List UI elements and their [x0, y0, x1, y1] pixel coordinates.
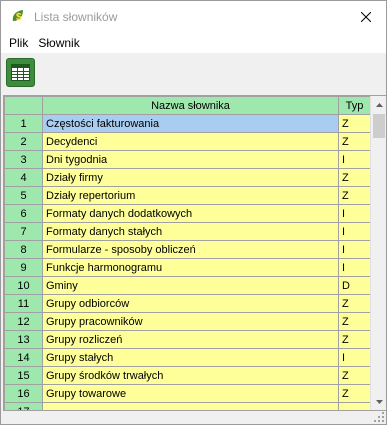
dictionary-name-cell[interactable]: Gminy [42, 276, 339, 295]
table-row[interactable]: 2 Decydenci Z [4, 132, 371, 151]
title-bar[interactable]: $ Lista słowników [1, 1, 386, 32]
window-title: Lista słowników [34, 10, 118, 24]
dictionary-table: Nazwa słownika Typ 1 Częstości fakturowan… [4, 96, 371, 410]
dictionary-type-cell[interactable]: I [338, 150, 371, 169]
dictionary-type-cell[interactable]: Z [338, 384, 371, 403]
table-row[interactable]: 11 Grupy odbiorców Z [4, 294, 371, 313]
row-number-cell[interactable]: 4 [4, 168, 43, 187]
header-row: Nazwa słownika Typ [4, 96, 371, 115]
close-button[interactable] [346, 1, 386, 32]
dictionary-type-cell[interactable]: Z [338, 312, 371, 331]
row-number-cell[interactable]: 10 [4, 276, 43, 295]
table-row[interactable]: 6 Formaty danych dodatkowych I [4, 204, 371, 223]
dictionary-type-cell[interactable]: I [338, 258, 371, 277]
table-view-button[interactable] [6, 58, 35, 87]
dictionary-name-cell[interactable]: Formaty danych dodatkowych [42, 204, 339, 223]
dictionary-name-cell[interactable]: Działy repertorium [42, 186, 339, 205]
dictionary-type-cell[interactable]: I [338, 348, 371, 367]
row-number-cell[interactable]: 15 [4, 366, 43, 385]
table-row[interactable]: 16 Grupy towarowe Z [4, 384, 371, 403]
table-row[interactable]: 1 Częstości fakturowania Z [4, 114, 371, 133]
table-row[interactable]: 17 [4, 402, 371, 410]
row-number-cell[interactable]: 13 [4, 330, 43, 349]
row-number-cell[interactable]: 3 [4, 150, 43, 169]
scroll-down-button[interactable] [371, 393, 386, 410]
table-row[interactable]: 4 Działy firmy Z [4, 168, 371, 187]
scroll-down-arrow-icon [375, 399, 383, 404]
dictionary-name-cell[interactable]: Funkcje harmonogramu [42, 258, 339, 277]
dictionary-name-cell[interactable]: Grupy środków trwałych [42, 366, 339, 385]
dictionary-grid[interactable]: Nazwa słownika Typ 1 Częstości fakturowan… [3, 95, 386, 411]
row-number-cell[interactable]: 11 [4, 294, 43, 313]
row-number-cell[interactable]: 17 [4, 402, 43, 410]
column-header-number[interactable] [4, 96, 43, 115]
table-row[interactable]: 9 Funkcje harmonogramu I [4, 258, 371, 277]
dictionary-name-cell[interactable] [42, 402, 339, 410]
row-number-cell[interactable]: 2 [4, 132, 43, 151]
row-number-cell[interactable]: 14 [4, 348, 43, 367]
dictionary-name-cell[interactable]: Dni tygodnia [42, 150, 339, 169]
table-row[interactable]: 10 Gminy D [4, 276, 371, 295]
table-grid-icon [11, 64, 30, 81]
dollar-leaf-icon: $ [12, 10, 23, 23]
vertical-scrollbar[interactable] [370, 96, 386, 410]
close-icon [361, 11, 371, 22]
dictionary-type-cell[interactable]: Z [338, 366, 371, 385]
menu-file[interactable]: Plik [5, 36, 32, 50]
dictionary-type-cell[interactable]: Z [338, 114, 371, 133]
dictionary-name-cell[interactable]: Grupy rozliczeń [42, 330, 339, 349]
toolbar [1, 53, 386, 93]
dictionary-type-cell[interactable]: Z [338, 294, 371, 313]
dictionary-type-cell[interactable]: I [338, 240, 371, 259]
table-row[interactable]: 8 Formularze - sposoby obliczeń I [4, 240, 371, 259]
dictionary-type-cell[interactable]: I [338, 204, 371, 223]
table-row[interactable]: 15 Grupy środków trwałych Z [4, 366, 371, 385]
menu-bar: Plik Słownik [1, 32, 386, 53]
dictionary-name-cell[interactable]: Grupy stałych [42, 348, 339, 367]
dictionary-type-cell[interactable] [338, 402, 371, 410]
column-header-name[interactable]: Nazwa słownika [42, 96, 339, 115]
scroll-up-arrow-icon [375, 102, 383, 107]
dictionary-name-cell[interactable]: Grupy towarowe [42, 384, 339, 403]
dictionary-name-cell[interactable]: Formaty danych stałych [42, 222, 339, 241]
row-number-cell[interactable]: 9 [4, 258, 43, 277]
dictionary-name-cell[interactable]: Decydenci [42, 132, 339, 151]
svg-text:$: $ [16, 12, 22, 23]
table-row[interactable]: 7 Formaty danych stałych I [4, 222, 371, 241]
dictionary-name-cell[interactable]: Formularze - sposoby obliczeń [42, 240, 339, 259]
dictionary-type-cell[interactable]: Z [338, 168, 371, 187]
table-row[interactable]: 12 Grupy pracowników Z [4, 312, 371, 331]
dictionary-name-cell[interactable]: Grupy pracowników [42, 312, 339, 331]
dictionary-type-cell[interactable]: Z [338, 186, 371, 205]
table-row[interactable]: 14 Grupy stałych I [4, 348, 371, 367]
dictionary-type-cell[interactable]: Z [338, 330, 371, 349]
row-number-cell[interactable]: 5 [4, 186, 43, 205]
resize-grip-icon[interactable] [373, 411, 385, 423]
row-number-cell[interactable]: 7 [4, 222, 43, 241]
scroll-up-button[interactable] [371, 96, 386, 113]
column-header-type[interactable]: Typ [338, 96, 371, 115]
row-number-cell[interactable]: 1 [4, 114, 43, 133]
dictionary-type-cell[interactable]: Z [338, 132, 371, 151]
dictionary-name-cell[interactable]: Częstości fakturowania [42, 114, 339, 133]
dictionary-name-cell[interactable]: Działy firmy [42, 168, 339, 187]
menu-dictionary[interactable]: Słownik [34, 36, 83, 50]
dictionary-name-cell[interactable]: Grupy odbiorców [42, 294, 339, 313]
row-number-cell[interactable]: 8 [4, 240, 43, 259]
row-number-cell[interactable]: 12 [4, 312, 43, 331]
dictionary-type-cell[interactable]: D [338, 276, 371, 295]
row-number-cell[interactable]: 16 [4, 384, 43, 403]
table-row[interactable]: 13 Grupy rozliczeń Z [4, 330, 371, 349]
scroll-thumb[interactable] [373, 114, 385, 138]
table-row[interactable]: 3 Dni tygodnia I [4, 150, 371, 169]
table-row[interactable]: 5 Działy repertorium Z [4, 186, 371, 205]
dictionary-list-window: $ Lista słowników Plik Słownik Nazwa sło… [0, 0, 387, 425]
dictionary-type-cell[interactable]: I [338, 222, 371, 241]
row-number-cell[interactable]: 6 [4, 204, 43, 223]
